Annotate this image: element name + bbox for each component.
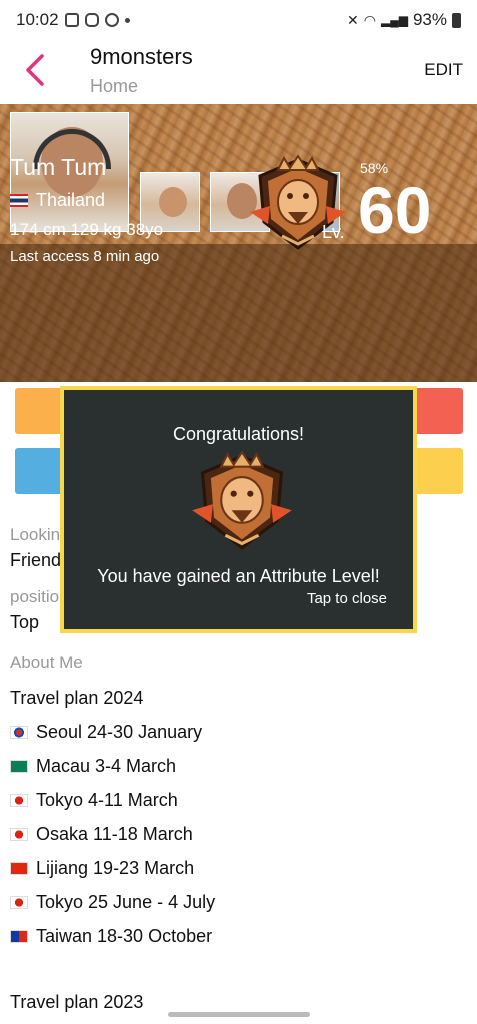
status-bar: 10:02 ✕ ◠ ▂▄▆ 93% <box>0 0 477 40</box>
wifi-icon: ◠ <box>363 11 376 28</box>
about-line: Taiwan 18-30 October <box>10 926 212 947</box>
about-line-text: Seoul 24-30 January <box>36 722 203 742</box>
about-line: Tokyo 4-11 March <box>10 790 178 811</box>
about-line-text: Lijiang 19-23 March <box>36 858 195 878</box>
bear-level-badge-icon <box>192 450 292 550</box>
about-line: Lijiang 19-23 March <box>10 858 194 879</box>
position-value: Top <box>10 612 40 632</box>
about-line: Travel plan 2023 <box>10 992 143 1013</box>
about-line: Tokyo 25 June - 4 July <box>10 892 215 913</box>
about-line-text: Taiwan 18-30 October <box>36 926 213 946</box>
profile-stats: 174 cm 129 kg 38yo <box>10 220 164 239</box>
about-line-text: Macau 3-4 March <box>36 756 177 776</box>
level-number: 60 <box>358 173 432 247</box>
home-indicator[interactable] <box>168 1012 310 1017</box>
korea-flag-icon <box>10 726 28 739</box>
about-line: Macau 3-4 March <box>10 756 176 777</box>
about-line-text: Travel plan 2023 <box>10 992 144 1012</box>
edit-button[interactable]: EDIT <box>424 60 463 80</box>
app-header: 9monsters Home EDIT <box>0 40 477 104</box>
japan-flag-icon <box>10 828 28 841</box>
japan-flag-icon <box>10 896 28 909</box>
about-line-text: Tokyo 25 June - 4 July <box>36 892 216 912</box>
about-line-text: Osaka 11-18 March <box>36 824 193 844</box>
level-prefix: Lv. <box>322 222 345 242</box>
signal-icon: ▂▄▆ <box>381 13 408 27</box>
status-time: 10:02 <box>16 10 59 29</box>
about-line-text: Tokyo 4-11 March <box>36 790 178 810</box>
about-me-label: About Me <box>10 653 83 672</box>
thailand-flag-icon <box>10 194 28 207</box>
level-up-dialog[interactable]: Congratulations! You have gained an Attr… <box>60 386 417 633</box>
macau-flag-icon <box>10 760 28 773</box>
mute-icon: ✕ <box>347 11 359 28</box>
battery-level: 93% <box>412 10 447 29</box>
back-button[interactable] <box>18 50 54 90</box>
line-icon <box>104 13 119 27</box>
notification-dot-icon <box>124 17 130 23</box>
dialog-title: Congratulations! <box>172 424 305 444</box>
japan-flag-icon <box>10 794 28 807</box>
taiwan-flag-icon <box>10 930 28 943</box>
profile-country: Thailand <box>10 190 105 211</box>
tap-to-close-button[interactable]: Tap to close <box>307 590 387 607</box>
page-subtitle: Home <box>90 76 139 96</box>
about-line: Seoul 24-30 January <box>10 722 202 743</box>
dialog-message: You have gained an Attribute Level! <box>97 566 380 586</box>
gallery-icon <box>64 13 79 27</box>
last-access: Last access 8 min ago <box>10 248 160 265</box>
instagram-icon <box>84 13 99 27</box>
about-line: Osaka 11-18 March <box>10 824 193 845</box>
country-label: Thailand <box>36 190 106 210</box>
chevron-left-icon <box>26 54 44 86</box>
about-line: Travel plan 2024 <box>10 688 143 709</box>
china-flag-icon <box>10 862 28 875</box>
battery-icon <box>452 12 461 28</box>
about-line-text: Travel plan 2024 <box>10 688 144 708</box>
page-title: 9monsters <box>90 44 193 69</box>
profile-name: Tum Tum <box>10 154 107 180</box>
